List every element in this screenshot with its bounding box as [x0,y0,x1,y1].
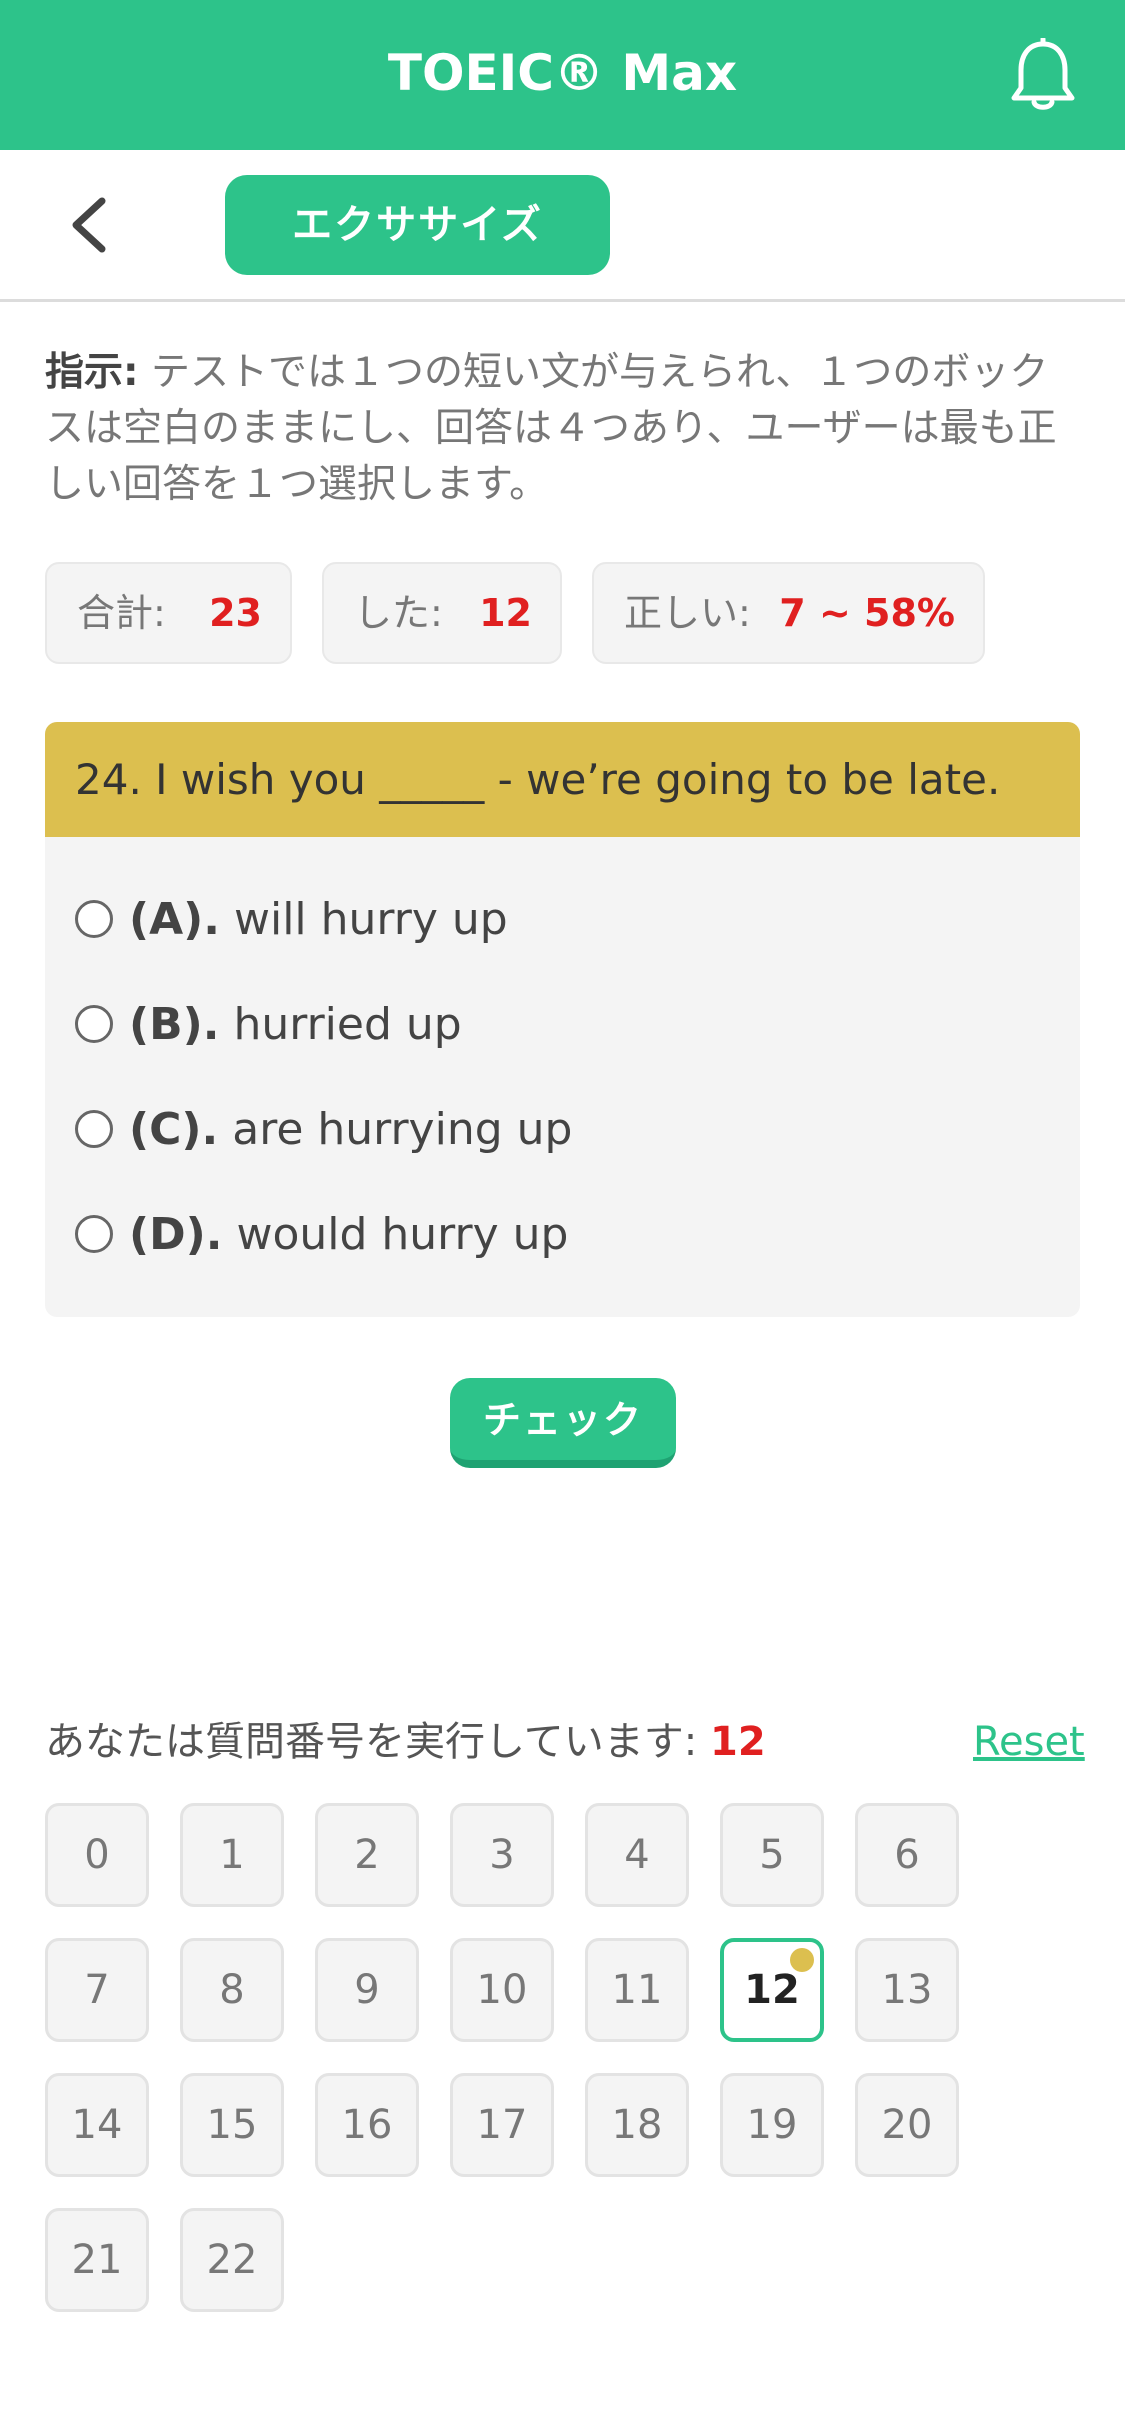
question-number-button[interactable]: 5 [720,1803,824,1907]
instructions: 指示: テストでは１つの短い文が与えられ、１つのボックスは空白のままにし、回答は… [45,345,1085,513]
current-indicator-dot [790,1948,814,1972]
current-question-number: 12 [710,1719,766,1765]
question-number-button[interactable]: 0 [45,1803,149,1907]
question-number-button[interactable]: 3 [450,1803,554,1907]
question-number-button[interactable]: 8 [180,1938,284,2042]
stat-correct-label: 正しい: [624,591,751,635]
question-number-button[interactable]: 22 [180,2208,284,2312]
stat-total-value: 23 [209,591,262,635]
question-number-button[interactable]: 20 [855,2073,959,2177]
question-number-button[interactable]: 2 [315,1803,419,1907]
question-number-button[interactable]: 15 [180,2073,284,2177]
option-letter: (B). [129,999,220,1050]
radio-button[interactable] [75,1005,113,1043]
bell-icon[interactable] [1008,38,1078,114]
check-button[interactable]: チェック [450,1378,676,1468]
question-number-button[interactable]: 19 [720,2073,824,2177]
question-number-button[interactable]: 6 [855,1803,959,1907]
progress-text: あなたは質問番号を実行しています: [45,1719,698,1765]
question-number-button[interactable]: 1 [180,1803,284,1907]
option-letter: (C). [129,1104,219,1155]
app-title: TOEIC® Max [387,44,738,102]
radio-button[interactable] [75,1215,113,1253]
stat-correct-value: 7 ~ 58% [779,591,955,635]
option-b[interactable]: (B). hurried up [75,995,462,1055]
stat-done: した: 12 [322,562,562,664]
question-number-button[interactable]: 14 [45,2073,149,2177]
stat-total: 合計: 23 [45,562,292,664]
instructions-label: 指示: [45,350,139,395]
app-bar: TOEIC® Max [0,0,1125,150]
stat-done-label: した: [354,591,443,635]
instructions-text: テストでは１つの短い文が与えられ、１つのボックスは空白のままにし、回答は４つあり… [45,350,1057,507]
radio-button[interactable] [75,900,113,938]
option-text: will hurry up [234,894,508,945]
question-number-button[interactable]: 16 [315,2073,419,2177]
question-number-button[interactable]: 7 [45,1938,149,2042]
question-number-button[interactable]: 9 [315,1938,419,2042]
stat-correct: 正しい: 7 ~ 58% [592,562,985,664]
question-number-current[interactable]: 12 [720,1938,824,2042]
question-number-button[interactable]: 11 [585,1938,689,2042]
option-c[interactable]: (C). are hurrying up [75,1100,572,1160]
option-d[interactable]: (D). would hurry up [75,1205,568,1265]
exercise-button[interactable]: エクササイズ [225,175,610,275]
option-a[interactable]: (A). will hurry up [75,890,508,950]
question-number-button[interactable]: 13 [855,1938,959,2042]
question-number-button[interactable]: 18 [585,2073,689,2177]
radio-button[interactable] [75,1110,113,1148]
question-number-button[interactable]: 17 [450,2073,554,2177]
option-text: hurried up [233,999,462,1050]
question-number-button[interactable]: 4 [585,1803,689,1907]
back-arrow-icon[interactable] [60,195,120,255]
option-letter: (A). [129,894,220,945]
stat-total-label: 合計: [77,591,166,635]
option-letter: (D). [129,1209,223,1260]
option-text: would hurry up [236,1209,569,1260]
progress-label: あなたは質問番号を実行しています: 12 [45,1712,766,1772]
question-number-button[interactable]: 10 [450,1938,554,2042]
stat-done-value: 12 [479,591,532,635]
sub-navigation: エクササイズ [0,150,1125,302]
option-text: are hurrying up [232,1104,573,1155]
question-number-button[interactable]: 21 [45,2208,149,2312]
reset-link[interactable]: Reset [973,1712,1085,1772]
question-text: 24. I wish you _____ - we’re going to be… [45,722,1080,837]
question-card: 24. I wish you _____ - we’re going to be… [45,722,1080,1317]
